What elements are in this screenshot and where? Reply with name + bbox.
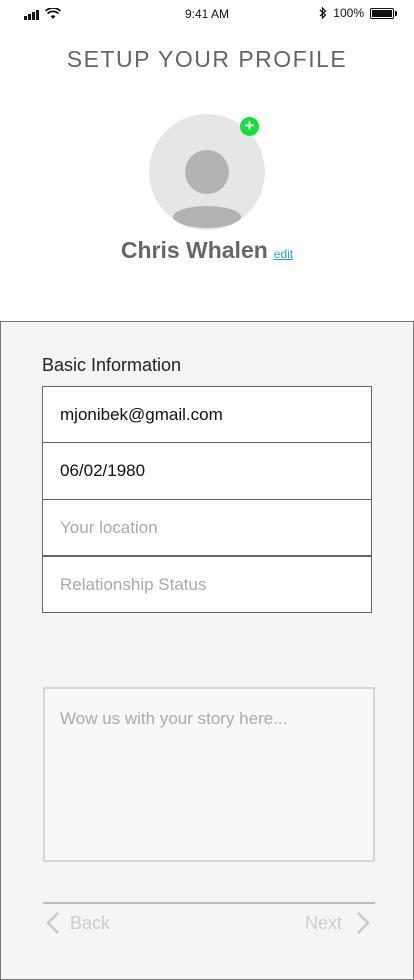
- story-textarea[interactable]: Wow us with your story here...: [43, 687, 375, 862]
- section-label: Basic Information: [42, 355, 182, 375]
- battery-icon: [370, 7, 397, 19]
- back-label: Back: [70, 912, 111, 933]
- avatar-placeholder-icon: [185, 150, 229, 194]
- edit-name-link[interactable]: edit: [274, 247, 293, 261]
- name-row: Chris Whalen edit: [0, 237, 414, 264]
- next-label: Next: [304, 912, 342, 933]
- battery-percent: 100%: [333, 6, 364, 20]
- back-button[interactable]: Back: [42, 910, 110, 936]
- dob-field[interactable]: 06/02/1980: [42, 442, 372, 500]
- next-button[interactable]: Next: [305, 910, 376, 936]
- bluetooth-icon: [319, 7, 327, 19]
- avatar-placeholder-body: [173, 206, 241, 228]
- relationship-field[interactable]: Relationship Status: [42, 556, 372, 613]
- email-field[interactable]: mjonibek@gmail.com: [42, 386, 372, 443]
- nav-divider: [43, 902, 375, 904]
- location-field[interactable]: Your location: [42, 499, 372, 556]
- chevron-right-icon: [357, 912, 370, 934]
- add-photo-icon[interactable]: +: [240, 117, 259, 136]
- battery-fill: [372, 9, 392, 17]
- status-right: 100%: [319, 6, 397, 20]
- status-bar: 9:41 AM 100%: [0, 0, 414, 28]
- user-name: Chris Whalen: [120, 237, 268, 263]
- page-title: SETUP YOUR PROFILE: [66, 46, 348, 72]
- chevron-left-icon: [46, 912, 59, 934]
